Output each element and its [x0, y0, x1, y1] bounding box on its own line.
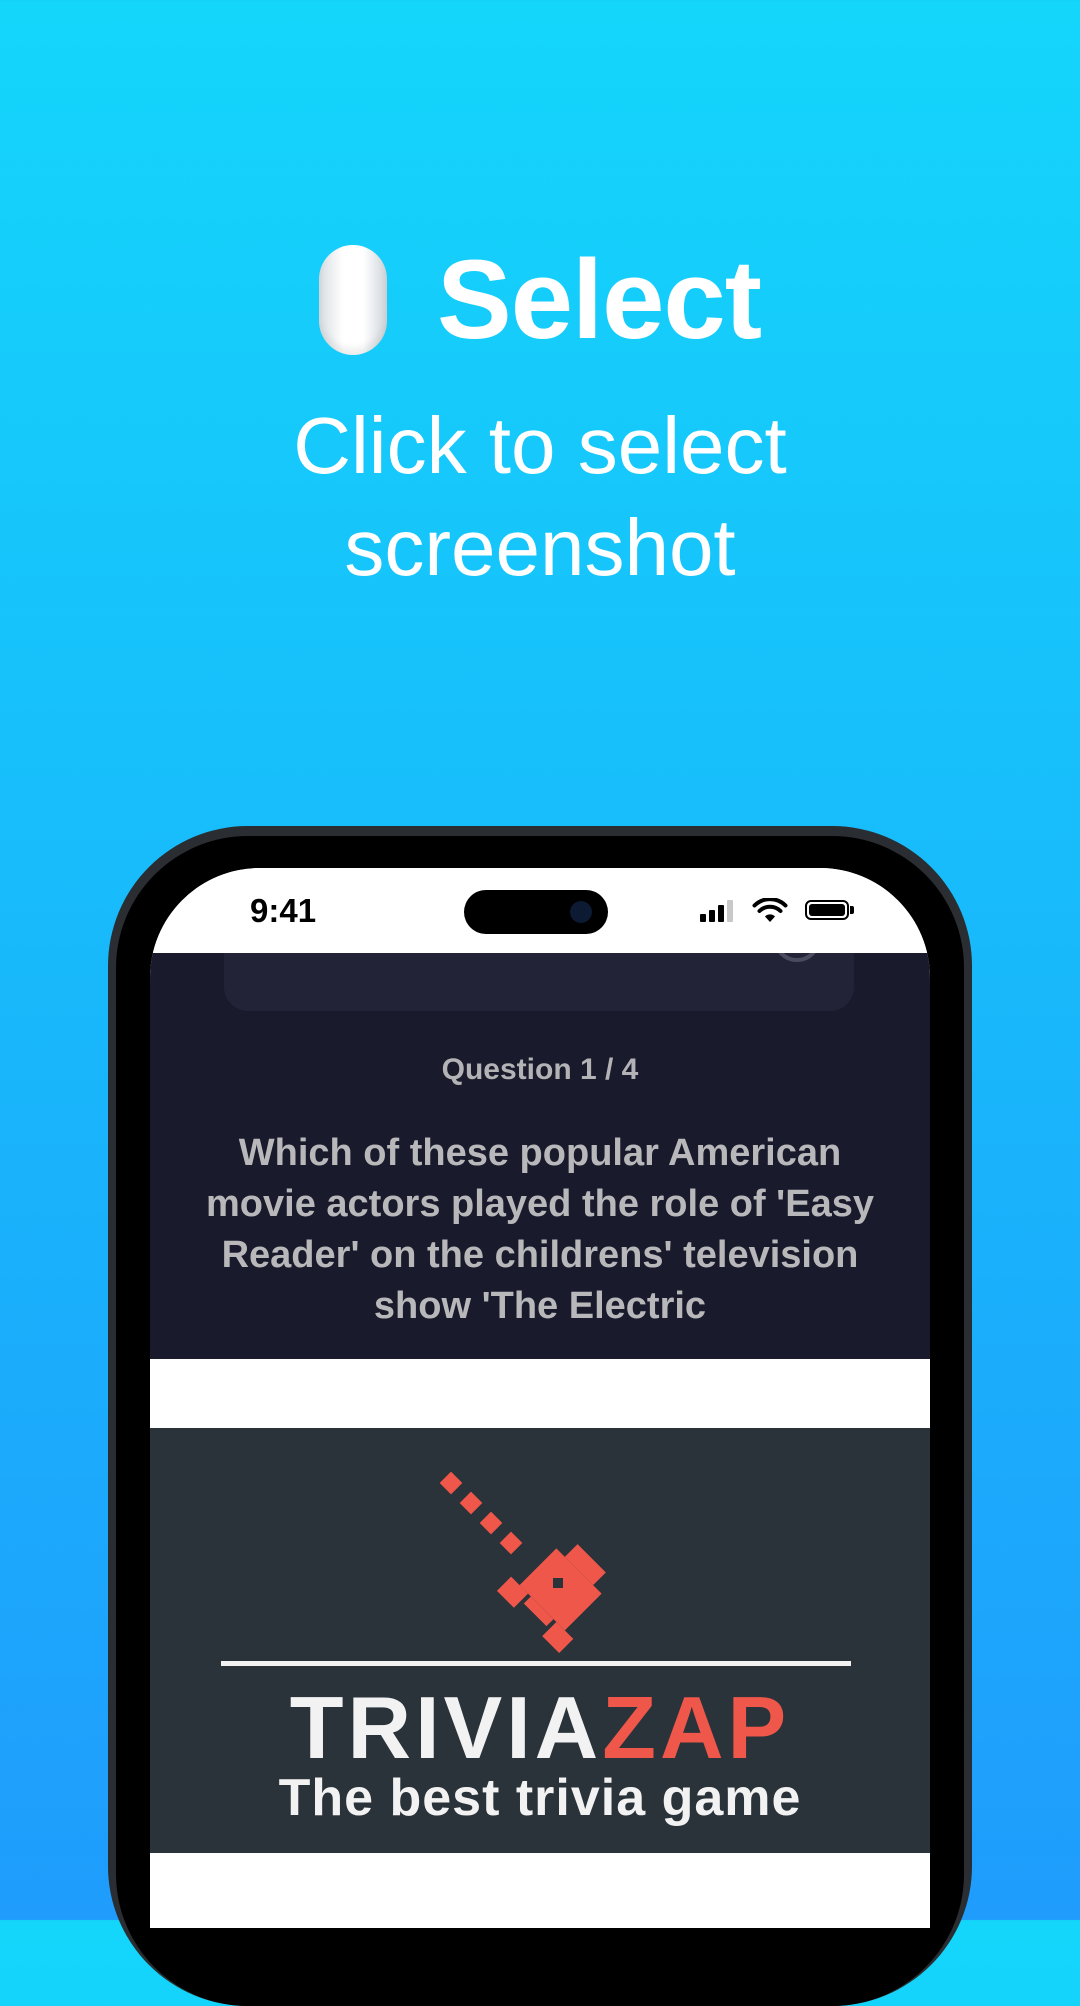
headline: Select [0, 235, 1080, 364]
question-text: Which of these popular American movie ac… [206, 1132, 874, 1327]
signal-icon [700, 900, 738, 922]
quiz-header-card [224, 953, 854, 1011]
battery-tip [850, 906, 854, 914]
question-counter: Question 1 / 4 [441, 1053, 639, 1086]
clock-icon [778, 953, 816, 962]
phone-screen[interactable]: 9:41 Question 1 / 4 Which of these popul… [150, 868, 930, 1928]
battery-icon [805, 900, 849, 920]
camera-icon [570, 901, 592, 923]
mouse-icon [319, 244, 387, 355]
logo-rule [221, 1661, 851, 1666]
wifi-icon [752, 898, 788, 922]
quiz-screen: Question 1 / 4 Which of these popular Am… [150, 953, 930, 1359]
divider-gap [150, 1359, 930, 1428]
headline-subtitle: Click to select screenshot [293, 401, 787, 592]
status-time: 9:41 [250, 892, 317, 929]
rocket-icon [439, 1471, 606, 1654]
logo-word-trivia: TRIVIA [289, 1678, 603, 1777]
logo-wordmark: TRIVIAZAP [150, 1678, 930, 1778]
logo-tagline: The best trivia game [278, 1769, 802, 1827]
logo-word-zap: ZAP [602, 1678, 791, 1777]
status-bar: 9:41 [150, 868, 930, 953]
headline-title: Select [437, 237, 762, 362]
dynamic-island [464, 890, 608, 934]
logo-panel: TRIVIAZAP The best trivia game [150, 1428, 930, 1853]
